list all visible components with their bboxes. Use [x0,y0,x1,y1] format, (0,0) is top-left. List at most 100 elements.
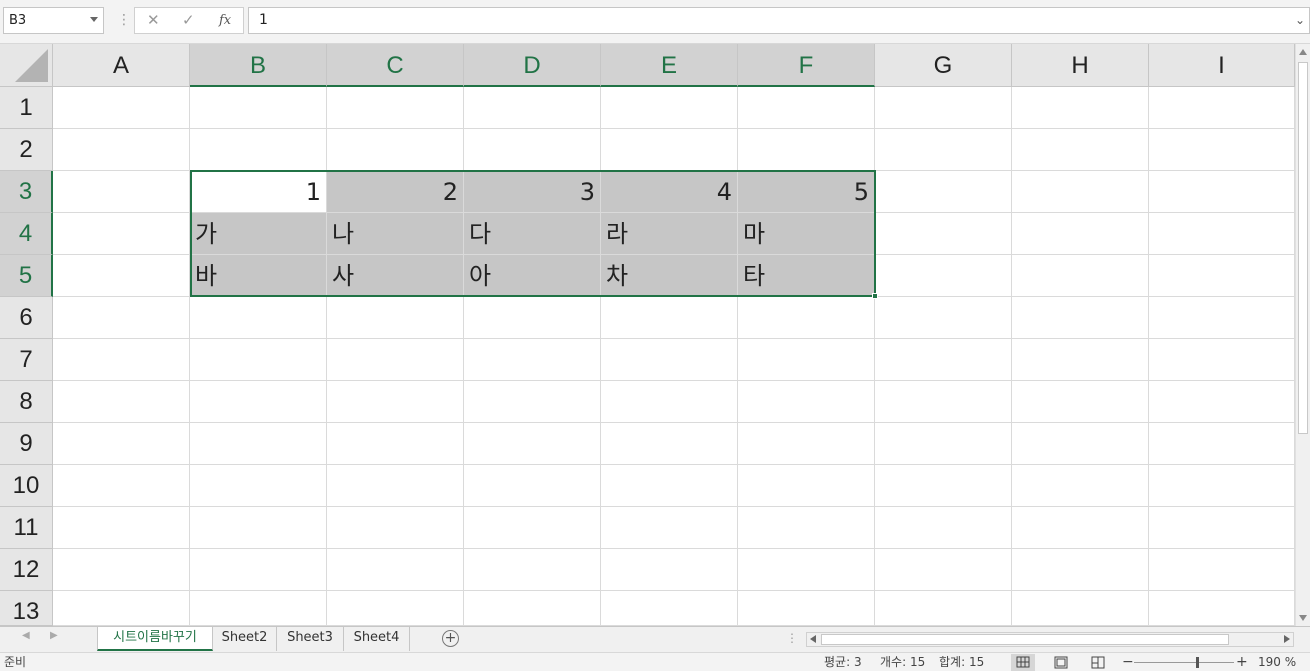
cell-B9[interactable] [190,423,327,465]
row-header-3[interactable]: 3 [0,171,53,213]
cell-E11[interactable] [601,507,738,549]
row-header-8[interactable]: 8 [0,381,53,423]
cell-D12[interactable] [464,549,601,591]
cell-A8[interactable] [53,381,190,423]
close-icon[interactable]: ✕ [147,11,160,29]
cell-I8[interactable] [1149,381,1295,423]
cell-G11[interactable] [875,507,1012,549]
cell-C3[interactable]: 2 [327,171,464,213]
cell-A9[interactable] [53,423,190,465]
cell-D2[interactable] [464,129,601,171]
cell-E12[interactable] [601,549,738,591]
cell-B4[interactable]: 가 [190,213,327,255]
cell-C11[interactable] [327,507,464,549]
cell-F11[interactable] [738,507,875,549]
scroll-left-icon[interactable] [810,635,816,643]
column-header-A[interactable]: A [53,44,190,87]
cell-H8[interactable] [1012,381,1149,423]
row-header-11[interactable]: 11 [0,507,53,549]
cell-G13[interactable] [875,591,1012,626]
cell-C5[interactable]: 사 [327,255,464,297]
cell-D13[interactable] [464,591,601,626]
cell-F9[interactable] [738,423,875,465]
chevron-down-icon[interactable] [90,17,98,22]
cell-E1[interactable] [601,87,738,129]
cell-B1[interactable] [190,87,327,129]
cell-H4[interactable] [1012,213,1149,255]
cell-H5[interactable] [1012,255,1149,297]
normal-view-button[interactable] [1011,654,1035,671]
cell-H2[interactable] [1012,129,1149,171]
cell-B7[interactable] [190,339,327,381]
cell-E9[interactable] [601,423,738,465]
cell-I11[interactable] [1149,507,1295,549]
cell-G12[interactable] [875,549,1012,591]
cell-B10[interactable] [190,465,327,507]
fx-icon[interactable]: fx [219,13,231,28]
cell-I13[interactable] [1149,591,1295,626]
cell-A4[interactable] [53,213,190,255]
cell-H12[interactable] [1012,549,1149,591]
cell-B3[interactable]: 1 [190,171,327,213]
cell-G10[interactable] [875,465,1012,507]
cell-E4[interactable]: 라 [601,213,738,255]
cell-G8[interactable] [875,381,1012,423]
cell-D8[interactable] [464,381,601,423]
cell-C12[interactable] [327,549,464,591]
cell-F13[interactable] [738,591,875,626]
cell-A2[interactable] [53,129,190,171]
cell-F3[interactable]: 5 [738,171,875,213]
cell-C8[interactable] [327,381,464,423]
cell-I6[interactable] [1149,297,1295,339]
cell-H13[interactable] [1012,591,1149,626]
column-header-I[interactable]: I [1149,44,1295,87]
column-header-E[interactable]: E [601,44,738,87]
cell-F7[interactable] [738,339,875,381]
cell-H3[interactable] [1012,171,1149,213]
drag-handle-icon[interactable]: ⋮ [786,631,798,645]
scroll-down-icon[interactable] [1299,615,1307,621]
scrollbar-thumb[interactable] [1298,62,1308,434]
column-header-B[interactable]: B [190,44,327,87]
cell-D10[interactable] [464,465,601,507]
cell-F10[interactable] [738,465,875,507]
cell-F6[interactable] [738,297,875,339]
zoom-in-button[interactable]: + [1236,653,1248,671]
cell-C9[interactable] [327,423,464,465]
cell-G1[interactable] [875,87,1012,129]
row-header-1[interactable]: 1 [0,87,53,129]
cell-G6[interactable] [875,297,1012,339]
sheet-tab-1[interactable]: 시트이름바꾸기 [97,627,213,651]
cell-D6[interactable] [464,297,601,339]
cell-B11[interactable] [190,507,327,549]
cell-C4[interactable]: 나 [327,213,464,255]
cell-D4[interactable]: 다 [464,213,601,255]
cell-B2[interactable] [190,129,327,171]
add-sheet-icon[interactable]: + [442,630,459,647]
cell-H1[interactable] [1012,87,1149,129]
column-header-D[interactable]: D [464,44,601,87]
cell-F4[interactable]: 마 [738,213,875,255]
cell-I7[interactable] [1149,339,1295,381]
cell-E8[interactable] [601,381,738,423]
cell-B12[interactable] [190,549,327,591]
vertical-scrollbar[interactable] [1295,44,1310,626]
cell-C1[interactable] [327,87,464,129]
cell-A10[interactable] [53,465,190,507]
page-layout-button[interactable] [1049,654,1073,671]
cell-B5[interactable]: 바 [190,255,327,297]
cell-E2[interactable] [601,129,738,171]
cell-H11[interactable] [1012,507,1149,549]
cell-A11[interactable] [53,507,190,549]
cell-D7[interactable] [464,339,601,381]
cell-C2[interactable] [327,129,464,171]
zoom-out-button[interactable]: − [1122,653,1134,671]
column-header-G[interactable]: G [875,44,1012,87]
cell-E13[interactable] [601,591,738,626]
cell-I9[interactable] [1149,423,1295,465]
row-header-6[interactable]: 6 [0,297,53,339]
cell-E3[interactable]: 4 [601,171,738,213]
horizontal-scrollbar[interactable] [806,632,1294,647]
cell-G2[interactable] [875,129,1012,171]
cell-I1[interactable] [1149,87,1295,129]
